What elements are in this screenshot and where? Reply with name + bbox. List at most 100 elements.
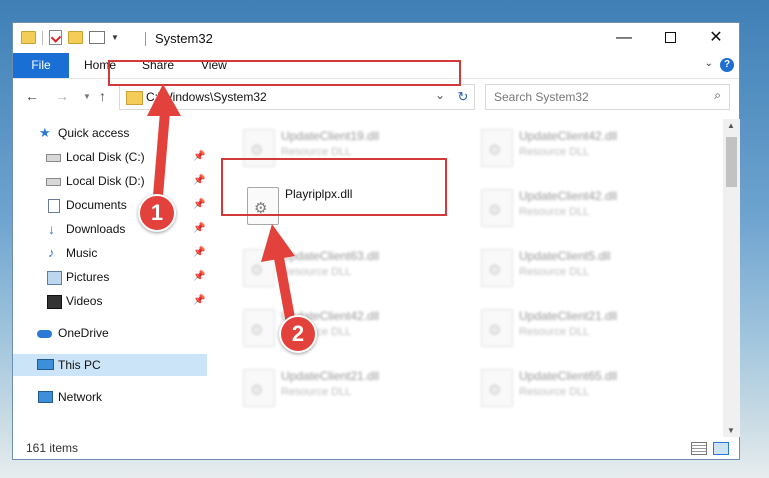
- download-icon: ↓: [48, 221, 55, 237]
- sidebar-item-downloads[interactable]: ↓ Downloads 📌: [13, 218, 207, 240]
- pictures-icon: [47, 271, 62, 285]
- sidebar-item-onedrive[interactable]: OneDrive: [13, 322, 207, 344]
- file-type: Resource DLL: [519, 326, 590, 338]
- vertical-scrollbar[interactable]: ▲ ▼: [723, 119, 740, 437]
- close-button[interactable]: ✕: [693, 23, 739, 53]
- videos-icon: [47, 295, 62, 309]
- pin-icon[interactable]: 📌: [193, 170, 205, 192]
- minimize-button[interactable]: —: [601, 23, 647, 53]
- recent-locations-icon[interactable]: ▼: [83, 92, 91, 101]
- sidebar-item-local-disk-c[interactable]: Local Disk (C:) 📌: [13, 146, 207, 168]
- search-input[interactable]: [486, 85, 706, 109]
- file-name: UpdateClient5.dll: [519, 249, 611, 263]
- new-folder-icon[interactable]: [68, 31, 83, 44]
- pin-icon[interactable]: 📌: [193, 290, 205, 312]
- file-list: UpdateClient19.dll Resource DLL UpdateCl…: [223, 119, 720, 437]
- sidebar-item-music[interactable]: ♪ Music 📌: [13, 242, 207, 264]
- file-name: UpdateClient65.dll: [519, 369, 618, 383]
- file-name: UpdateClient42.dll: [519, 129, 618, 143]
- file-type: Resource DLL: [281, 386, 352, 398]
- window-title: System32: [155, 31, 213, 46]
- pin-icon[interactable]: 📌: [193, 266, 205, 288]
- pin-icon[interactable]: 📌: [193, 218, 205, 240]
- file-item[interactable]: UpdateClient65.dll Resource DLL: [471, 365, 701, 415]
- dll-file-icon: [481, 369, 513, 407]
- divider: [145, 32, 146, 46]
- pin-icon[interactable]: 📌: [193, 242, 205, 264]
- forward-button[interactable]: →: [55, 88, 69, 104]
- address-path[interactable]: C:\Windows\System32: [146, 90, 267, 104]
- disk-icon: [46, 178, 61, 186]
- ribbon: File Home Share View ⌄ ?: [13, 53, 739, 79]
- sidebar-item-this-pc[interactable]: This PC: [13, 354, 207, 376]
- maximize-icon: [664, 32, 676, 44]
- file-type: Resource DLL: [519, 146, 590, 158]
- navigation-pane: ★ Quick access Local Disk (C:) 📌 Local D…: [13, 119, 209, 437]
- item-count: 161 items: [26, 441, 79, 455]
- file-item[interactable]: UpdateClient63.dll Resource DLL: [233, 245, 463, 295]
- sidebar-item-label: Local Disk (C:): [66, 150, 145, 164]
- details-view-icon[interactable]: [691, 442, 707, 455]
- star-icon: ★: [39, 125, 51, 140]
- chevron-down-icon[interactable]: ▼: [111, 33, 119, 42]
- up-button[interactable]: ↑: [99, 88, 106, 104]
- pin-icon[interactable]: 📌: [193, 194, 205, 216]
- title-bar: ▼ System32 — ✕: [13, 23, 739, 53]
- pin-icon[interactable]: 📌: [193, 146, 205, 168]
- maximize-button[interactable]: [647, 23, 693, 53]
- status-bar: 161 items: [13, 437, 739, 459]
- tab-home[interactable]: Home: [84, 53, 116, 78]
- dll-file-icon: [243, 309, 275, 347]
- file-type: Resource DLL: [519, 206, 590, 218]
- properties-icon[interactable]: [49, 30, 62, 45]
- view-options-icon[interactable]: [89, 31, 105, 44]
- sidebar-item-label: Documents: [66, 198, 127, 212]
- file-item[interactable]: UpdateClient42.dll Resource DLL: [471, 185, 701, 235]
- tab-file[interactable]: File: [13, 53, 69, 78]
- navigation-bar: ← → ▼ ↑ C:\Windows\System32 ⌄ ↻ ⌕: [13, 79, 739, 113]
- file-type: Resource DLL: [519, 266, 590, 278]
- refresh-button[interactable]: ↻: [452, 84, 475, 110]
- tab-share[interactable]: Share: [142, 53, 174, 78]
- expand-ribbon-icon[interactable]: ⌄: [705, 58, 713, 69]
- network-icon: [38, 391, 53, 403]
- sidebar-item-videos[interactable]: Videos 📌: [13, 290, 207, 312]
- large-icons-view-icon[interactable]: [713, 442, 729, 455]
- music-icon: ♪: [48, 245, 55, 260]
- search-icon[interactable]: ⌕: [714, 88, 721, 103]
- file-item[interactable]: UpdateClient19.dll Resource DLL: [233, 125, 463, 175]
- dll-file-icon: [243, 369, 275, 407]
- quick-access-toolbar: ▼: [21, 30, 119, 45]
- sidebar-item-local-disk-d[interactable]: Local Disk (D:) 📌: [13, 170, 207, 192]
- file-item[interactable]: UpdateClient42.dll Resource DLL: [233, 305, 463, 355]
- tab-view[interactable]: View: [201, 53, 227, 78]
- chevron-down-icon[interactable]: ⌄: [435, 88, 445, 102]
- file-type: Resource DLL: [519, 386, 590, 398]
- file-item-selected[interactable]: Playriplpx.dll: [237, 183, 467, 233]
- step-1-badge: 1: [138, 194, 176, 232]
- step-2-badge: 2: [279, 315, 317, 353]
- file-name: UpdateClient21.dll: [519, 309, 618, 323]
- sidebar-item-label: Pictures: [66, 270, 110, 284]
- scroll-up-icon[interactable]: ▲: [727, 121, 735, 130]
- scrollbar-thumb[interactable]: [726, 137, 737, 187]
- disk-icon: [46, 154, 61, 162]
- sidebar-item-quick-access[interactable]: ★ Quick access: [13, 122, 207, 144]
- file-item[interactable]: UpdateClient42.dll Resource DLL: [471, 125, 701, 175]
- sidebar-item-pictures[interactable]: Pictures 📌: [13, 266, 207, 288]
- folder-icon: [126, 91, 143, 105]
- file-name: UpdateClient42.dll: [519, 189, 618, 203]
- file-item[interactable]: UpdateClient21.dll Resource DLL: [471, 305, 701, 355]
- sidebar-item-label: Music: [66, 246, 98, 260]
- sidebar-item-network[interactable]: Network: [13, 386, 207, 408]
- dll-file-icon: [243, 249, 275, 287]
- scroll-down-icon[interactable]: ▼: [727, 426, 735, 435]
- address-bar[interactable]: C:\Windows\System32 ⌄: [119, 84, 454, 110]
- sidebar-item-documents[interactable]: Documents 📌: [13, 194, 207, 216]
- file-item[interactable]: UpdateClient5.dll Resource DLL: [471, 245, 701, 295]
- search-box[interactable]: ⌕: [485, 84, 730, 110]
- help-icon[interactable]: ?: [720, 58, 734, 72]
- sidebar-item-label: Downloads: [66, 222, 126, 236]
- back-button[interactable]: ←: [25, 88, 39, 104]
- file-item[interactable]: UpdateClient21.dll Resource DLL: [233, 365, 463, 415]
